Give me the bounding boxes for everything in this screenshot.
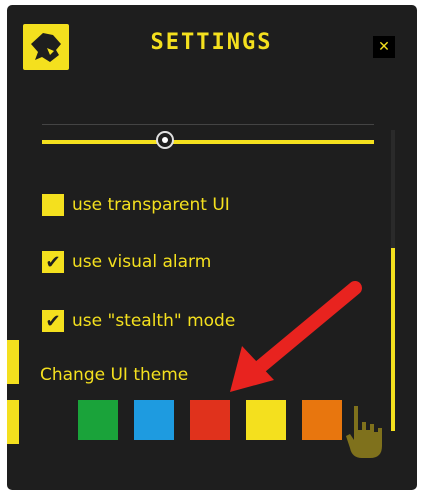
checkmark-icon: ✔ [45, 310, 61, 332]
option-label: use visual alarm [72, 252, 212, 272]
slider-track[interactable] [42, 140, 374, 144]
theme-swatch-yellow[interactable] [246, 400, 286, 440]
theme-label: Change UI theme [40, 365, 189, 385]
option-transparent-ui[interactable]: use transparent UI [42, 193, 230, 217]
theme-swatch-green[interactable] [78, 400, 118, 440]
option-visual-alarm[interactable]: ✔ use visual alarm [42, 250, 211, 274]
page-title: SETTINGS [150, 30, 273, 55]
close-button[interactable]: ✕ [373, 36, 395, 58]
hand-cursor-icon [344, 400, 392, 464]
option-label: use "stealth" mode [72, 311, 236, 331]
checkbox[interactable]: ✔ [42, 251, 64, 273]
theme-swatch-red[interactable] [190, 400, 230, 440]
side-tab[interactable] [7, 340, 19, 384]
divider [42, 124, 374, 125]
theme-swatch-orange[interactable] [302, 400, 342, 440]
close-icon: ✕ [378, 39, 390, 55]
checkmark-icon: ✔ [45, 251, 61, 273]
side-tab[interactable] [7, 400, 19, 444]
scrollbar-track[interactable] [391, 130, 395, 248]
checkbox[interactable] [42, 194, 64, 216]
option-stealth-mode[interactable]: ✔ use "stealth" mode [42, 309, 235, 333]
slider-thumb-icon[interactable] [155, 131, 174, 149]
checkbox[interactable]: ✔ [42, 310, 64, 332]
theme-swatch-blue[interactable] [134, 400, 174, 440]
option-label: use transparent UI [72, 195, 230, 215]
